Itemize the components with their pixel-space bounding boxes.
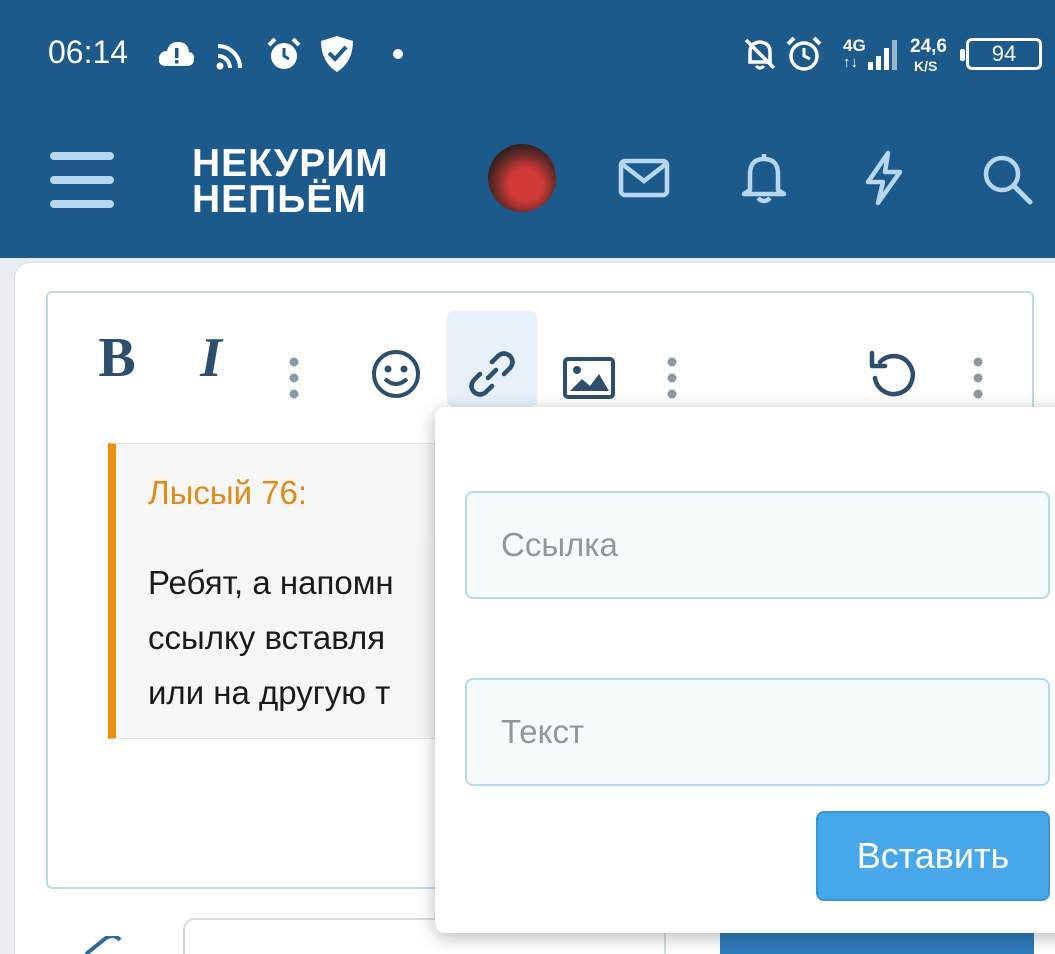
- cast-icon: [216, 44, 242, 70]
- link-text-input[interactable]: [465, 678, 1050, 786]
- data-arrows: ↑↓: [843, 54, 858, 71]
- quote-author[interactable]: Лысый 76:: [148, 474, 307, 512]
- attach-icon[interactable]: [80, 936, 124, 954]
- logo-line-1: НЕКУРИМ: [192, 142, 389, 185]
- net-speed-unit: K/S: [914, 58, 938, 74]
- quote-block: Лысый 76: Ребят, а напомн ссылку вставля…: [108, 443, 468, 739]
- bell-off-icon: [744, 38, 776, 70]
- dot-icon: [393, 49, 403, 59]
- quote-text-line: или на другую т: [148, 674, 391, 711]
- link-url-input[interactable]: [465, 491, 1050, 599]
- more-icon[interactable]: [284, 338, 304, 418]
- menu-icon[interactable]: [50, 152, 116, 212]
- italic-icon[interactable]: I: [186, 318, 236, 398]
- quote-text-line: Ребят, а напомн: [148, 564, 394, 601]
- net-speed-value: 24,6: [910, 36, 947, 57]
- undo-icon[interactable]: [866, 334, 920, 414]
- quote-header: Лысый 76:: [116, 444, 467, 538]
- alarm-icon: [267, 37, 301, 69]
- more-icon[interactable]: [662, 338, 682, 418]
- search-icon[interactable]: [980, 152, 1034, 206]
- insert-link-button[interactable]: Вставить: [816, 811, 1050, 901]
- status-time: 06:14: [48, 34, 129, 70]
- avatar[interactable]: [488, 144, 556, 212]
- cloud-alert-icon: [158, 42, 195, 66]
- shield-check-icon: [321, 36, 353, 72]
- logo-line-2: НЕПЬЁМ: [192, 178, 367, 221]
- site-header: НЕКУРИМ НЕПЬЁМ: [0, 110, 1055, 258]
- link-icon[interactable]: [466, 334, 518, 414]
- bold-icon[interactable]: B: [92, 318, 142, 398]
- bell-icon[interactable]: [740, 150, 788, 204]
- battery-indicator: 94: [960, 38, 1042, 70]
- more-icon[interactable]: [968, 338, 988, 418]
- signal-icon: [868, 40, 897, 70]
- site-logo[interactable]: НЕКУРИМ НЕПЬЁМ: [192, 142, 389, 221]
- network-type: 4G: [843, 36, 866, 55]
- status-bar: 06:14 4G ↑↓ 24,6 K/S 94: [0, 0, 1055, 110]
- bolt-icon[interactable]: [862, 150, 906, 206]
- mail-icon[interactable]: [618, 158, 670, 198]
- smile-icon[interactable]: [370, 334, 422, 414]
- quote-text-line: ссылку вставля: [148, 619, 386, 656]
- image-icon[interactable]: [562, 338, 616, 418]
- alarm-icon: [786, 36, 822, 71]
